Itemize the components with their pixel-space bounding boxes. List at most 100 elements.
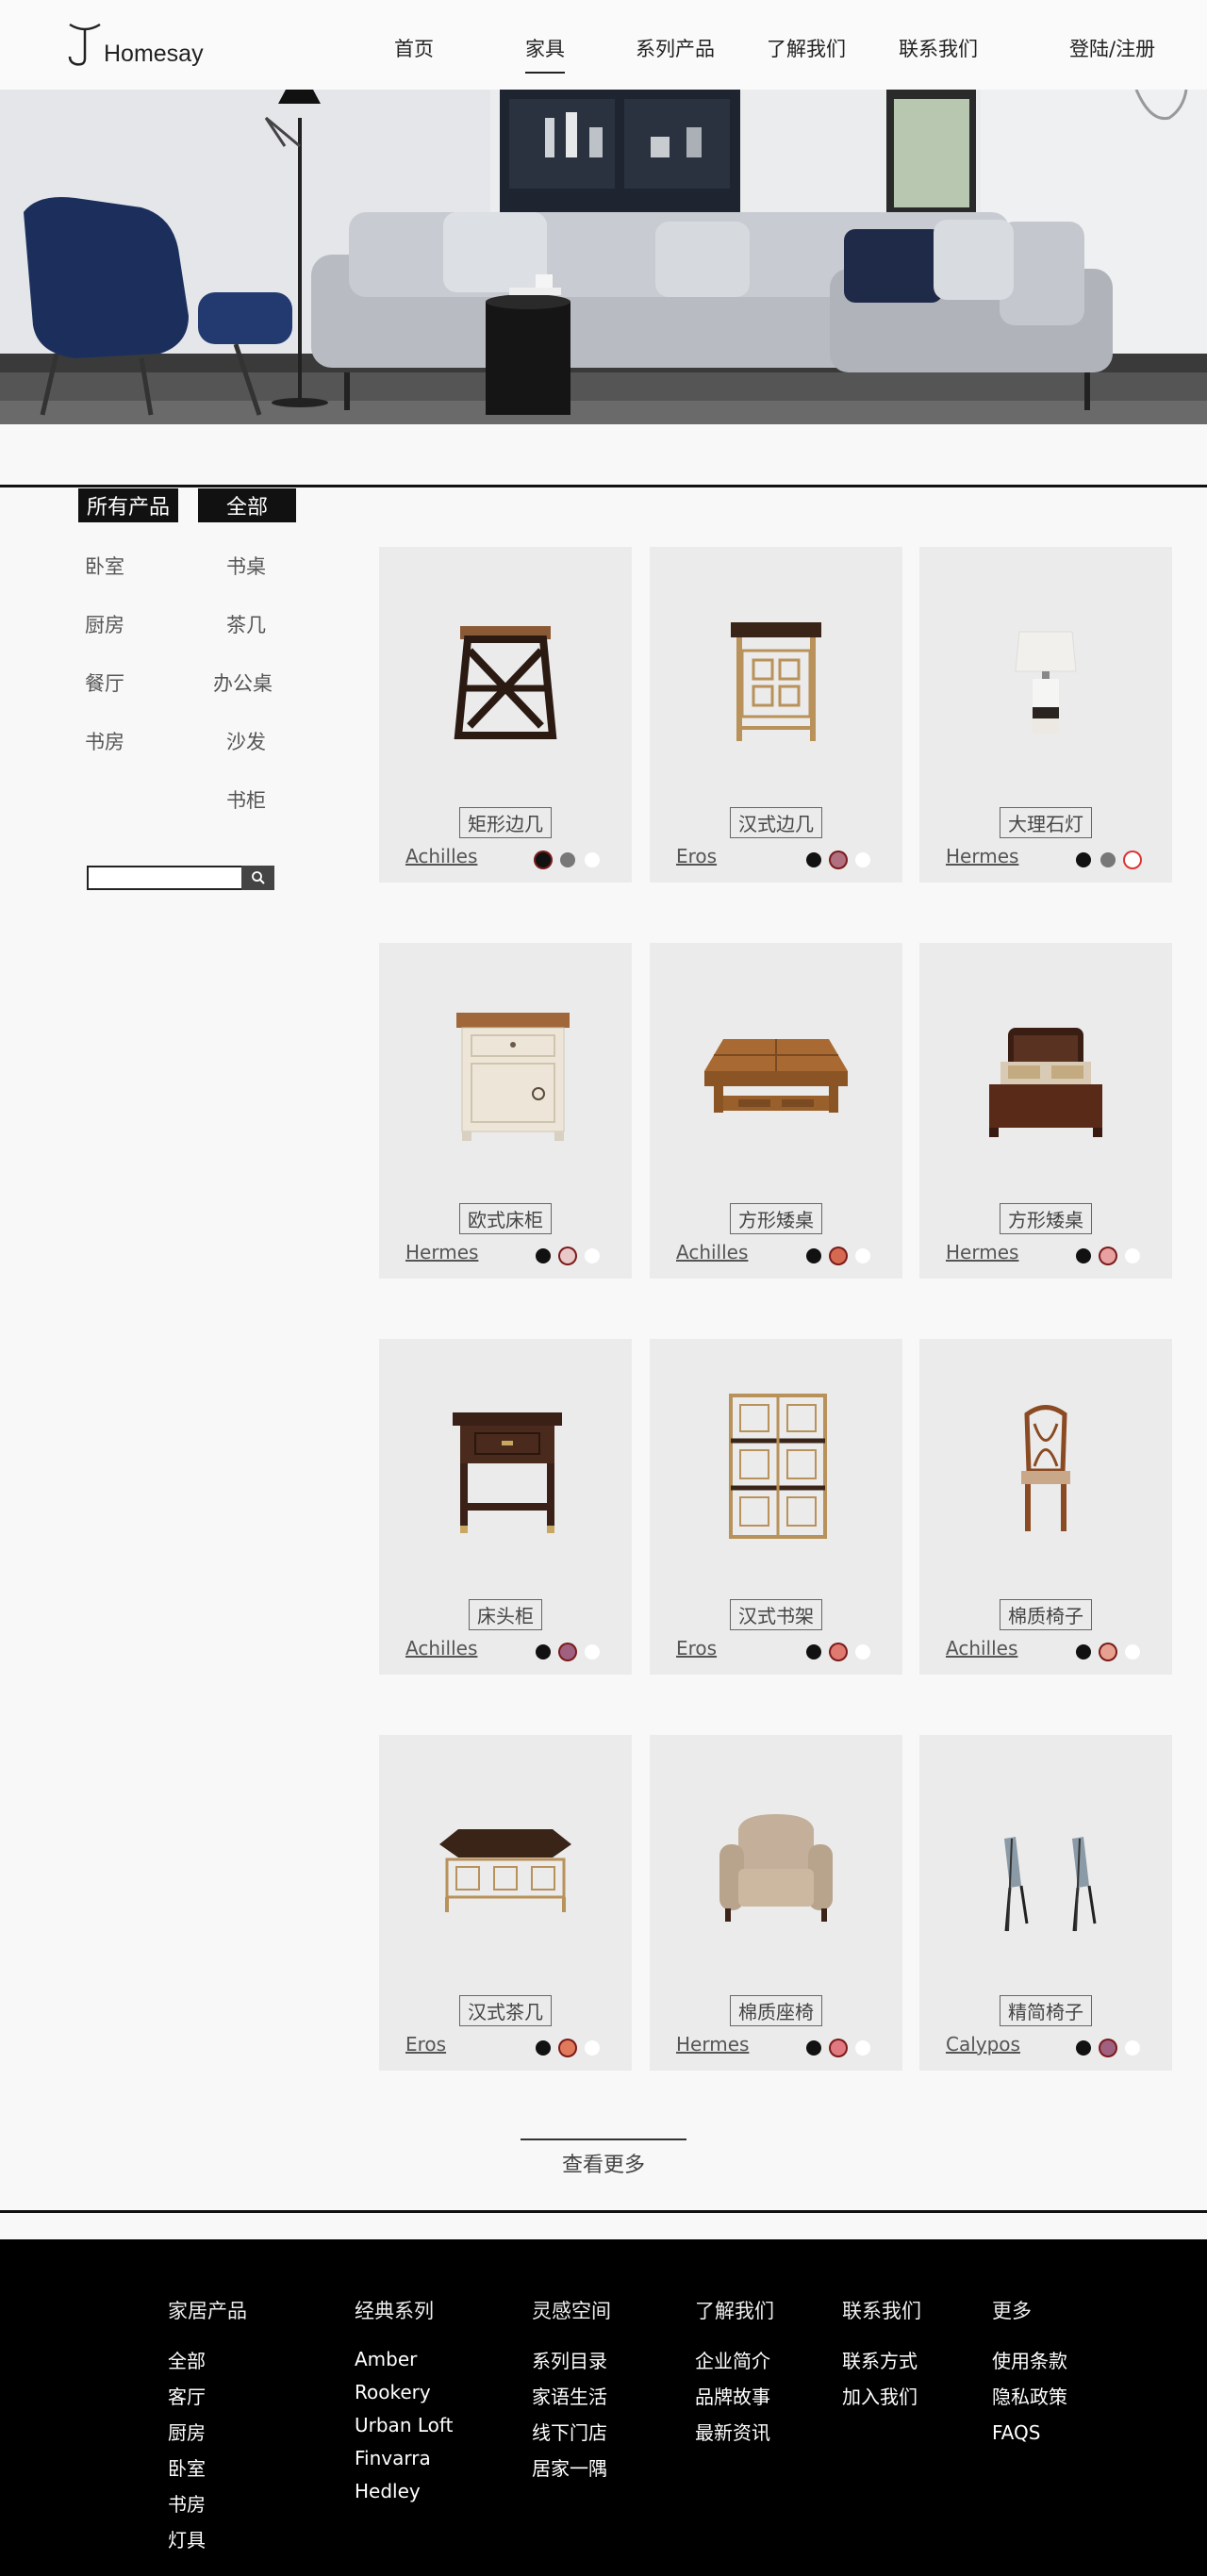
product-brand[interactable]: Calypos	[946, 2033, 1020, 2056]
color-swatch[interactable]	[806, 1644, 821, 1660]
nav-furniture[interactable]: 家具	[525, 34, 565, 74]
color-swatch[interactable]	[1100, 852, 1116, 867]
category-coffee-table[interactable]: 茶几	[226, 610, 266, 638]
product-brand[interactable]: Hermes	[946, 845, 1018, 867]
color-swatch[interactable]	[536, 1248, 551, 1263]
category-sofa[interactable]: 沙发	[226, 727, 266, 755]
color-swatch[interactable]	[1100, 2040, 1116, 2056]
nav-series[interactable]: 系列产品	[636, 34, 715, 62]
color-swatch[interactable]	[585, 2040, 600, 2056]
logo[interactable]: Homesay	[66, 17, 204, 70]
search-button[interactable]	[241, 866, 274, 890]
color-swatch[interactable]	[1076, 2040, 1091, 2056]
product-card[interactable]: 精简椅子 Calypos	[919, 1735, 1172, 2071]
color-swatch[interactable]	[560, 1248, 575, 1263]
product-card[interactable]: 汉式茶几 Eros	[379, 1735, 632, 2071]
footer-link[interactable]: 系列目录	[532, 2343, 611, 2379]
product-card[interactable]: 汉式边几 Eros	[650, 547, 902, 883]
product-card[interactable]: 棉质椅子 Achilles	[919, 1339, 1172, 1675]
color-swatch[interactable]	[1125, 2040, 1140, 2056]
color-swatch[interactable]	[806, 852, 821, 867]
color-swatch[interactable]	[1125, 852, 1140, 867]
product-card[interactable]: 汉式书架 Eros	[650, 1339, 902, 1675]
footer-link[interactable]: Amber	[355, 2343, 453, 2376]
footer-link[interactable]: 最新资讯	[695, 2415, 774, 2451]
color-swatch[interactable]	[585, 1248, 600, 1263]
footer-link[interactable]: 居家一隅	[532, 2451, 611, 2486]
color-swatch[interactable]	[560, 2040, 575, 2056]
product-card[interactable]: 床头柜 Achilles	[379, 1339, 632, 1675]
color-swatch[interactable]	[1100, 1248, 1116, 1263]
color-swatch[interactable]	[585, 1644, 600, 1660]
footer-link[interactable]: 品牌故事	[695, 2379, 774, 2415]
color-swatch[interactable]	[560, 1644, 575, 1660]
product-card[interactable]: 矩形边几 Achilles	[379, 547, 632, 883]
footer-link[interactable]: 联系方式	[842, 2343, 921, 2379]
color-swatch[interactable]	[831, 852, 846, 867]
color-swatch[interactable]	[560, 852, 575, 867]
product-brand[interactable]: Eros	[405, 2033, 446, 2056]
search-box[interactable]	[87, 866, 274, 890]
color-swatch[interactable]	[1076, 1644, 1091, 1660]
color-swatch[interactable]	[1100, 1644, 1116, 1660]
product-brand[interactable]: Achilles	[676, 1241, 748, 1263]
product-card[interactable]: 大理石灯 Hermes	[919, 547, 1172, 883]
color-swatch[interactable]	[536, 2040, 551, 2056]
footer-link[interactable]: 书房	[168, 2486, 247, 2522]
category-desk[interactable]: 书桌	[226, 552, 266, 580]
footer-link[interactable]: 线下门店	[532, 2415, 611, 2451]
color-swatch[interactable]	[806, 2040, 821, 2056]
nav-home[interactable]: 首页	[394, 34, 434, 62]
footer-link[interactable]: 家语生活	[532, 2379, 611, 2415]
product-brand[interactable]: Hermes	[405, 1241, 478, 1263]
color-swatch[interactable]	[1076, 852, 1091, 867]
see-more-button[interactable]: 查看更多	[521, 2138, 686, 2178]
footer-link[interactable]: 使用条款	[992, 2343, 1067, 2379]
color-swatch[interactable]	[855, 852, 870, 867]
footer-link[interactable]: Hedley	[355, 2475, 453, 2508]
color-swatch[interactable]	[855, 1248, 870, 1263]
product-brand[interactable]: Hermes	[946, 1241, 1018, 1263]
product-card[interactable]: 欧式床柜 Hermes	[379, 943, 632, 1279]
footer-link[interactable]: Rookery	[355, 2376, 453, 2409]
product-brand[interactable]: Hermes	[676, 2033, 749, 2056]
category-dining[interactable]: 餐厅	[85, 669, 124, 697]
product-card[interactable]: 方形矮桌 Hermes	[919, 943, 1172, 1279]
footer-link[interactable]: 隐私政策	[992, 2379, 1067, 2415]
category-bedroom[interactable]: 卧室	[85, 552, 124, 580]
footer-link[interactable]: 灯具	[168, 2522, 247, 2558]
footer-link[interactable]: FAQS	[992, 2415, 1067, 2451]
filter-all-tag[interactable]: 全部	[198, 488, 296, 522]
search-input[interactable]	[89, 867, 240, 888]
color-swatch[interactable]	[855, 1644, 870, 1660]
color-swatch[interactable]	[1125, 1248, 1140, 1263]
color-swatch[interactable]	[536, 1644, 551, 1660]
product-brand[interactable]: Achilles	[405, 845, 477, 867]
footer-link[interactable]: Finvarra	[355, 2442, 453, 2475]
footer-link[interactable]: 加入我们	[842, 2379, 921, 2415]
footer-link[interactable]: 全部	[168, 2343, 247, 2379]
color-swatch[interactable]	[806, 1248, 821, 1263]
color-swatch[interactable]	[536, 852, 551, 867]
nav-contact[interactable]: 联系我们	[899, 34, 978, 62]
footer-link[interactable]: 卧室	[168, 2451, 247, 2486]
color-swatch[interactable]	[831, 2040, 846, 2056]
color-swatch[interactable]	[831, 1248, 846, 1263]
nav-about[interactable]: 了解我们	[767, 34, 846, 62]
product-brand[interactable]: Eros	[676, 1637, 717, 1660]
all-products-tag[interactable]: 所有产品	[78, 488, 178, 522]
footer-link[interactable]: Urban Loft	[355, 2409, 453, 2442]
color-swatch[interactable]	[855, 2040, 870, 2056]
category-kitchen[interactable]: 厨房	[85, 610, 124, 638]
nav-login[interactable]: 登陆/注册	[1069, 34, 1155, 62]
color-swatch[interactable]	[1076, 1248, 1091, 1263]
color-swatch[interactable]	[831, 1644, 846, 1660]
category-bookcase[interactable]: 书柜	[226, 785, 266, 814]
category-study[interactable]: 书房	[85, 727, 124, 755]
footer-link[interactable]: 企业简介	[695, 2343, 774, 2379]
category-office-desk[interactable]: 办公桌	[213, 669, 273, 697]
footer-link[interactable]: 厨房	[168, 2415, 247, 2451]
product-brand[interactable]: Eros	[676, 845, 717, 867]
product-brand[interactable]: Achilles	[946, 1637, 1017, 1660]
product-card[interactable]: 棉质座椅 Hermes	[650, 1735, 902, 2071]
